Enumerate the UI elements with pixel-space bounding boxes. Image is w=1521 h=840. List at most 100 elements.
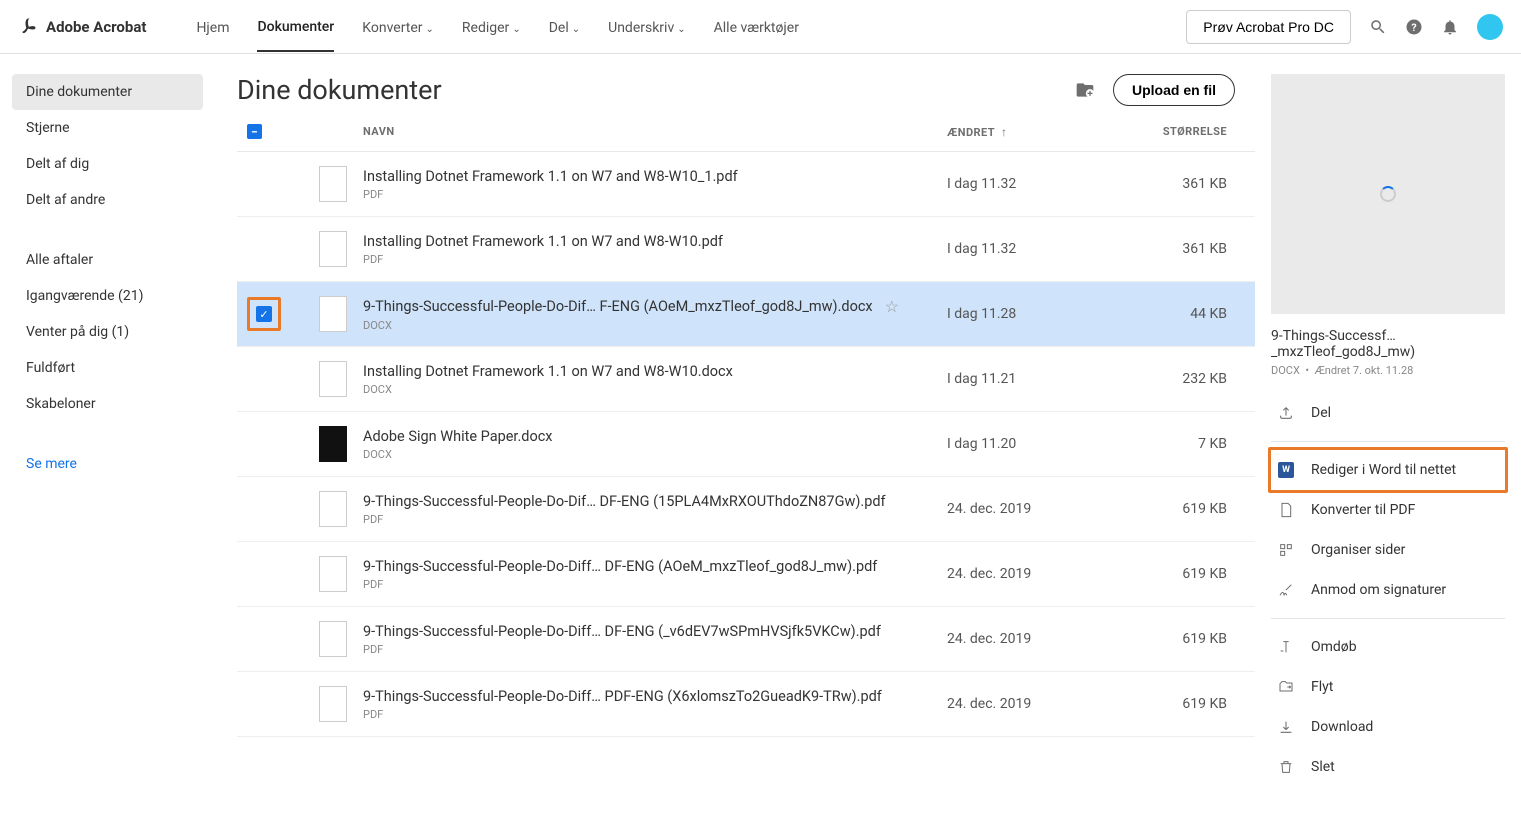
table-row[interactable]: 9-Things-Successful-People-Do-Dif… DF-EN… <box>237 477 1255 542</box>
action-share-label: Del <box>1311 405 1331 421</box>
file-modified: I dag 11.21 <box>947 371 1127 387</box>
row-checkbox-highlight: ✓ <box>247 297 281 331</box>
table-header: − NAVN ÆNDRET↑ STØRRELSE <box>237 124 1255 151</box>
svg-text:?: ? <box>1411 20 1416 33</box>
select-all-checkbox[interactable]: − <box>247 124 262 139</box>
sidebar-item-starred[interactable]: Stjerne <box>12 110 203 146</box>
table-row[interactable]: 9-Things-Successful-People-Do-Diff… PDF-… <box>237 672 1255 737</box>
table-row[interactable]: 9-Things-Successful-People-Do-Diff… DF-E… <box>237 542 1255 607</box>
preview-thumbnail <box>1271 74 1505 314</box>
action-share[interactable]: Del <box>1271 393 1505 433</box>
download-icon <box>1277 718 1295 736</box>
sidebar-item-waiting[interactable]: Venter på dig (1) <box>12 314 203 350</box>
file-thumbnail <box>319 491 347 527</box>
file-name: 9-Things-Successful-People-Do-Dif… F-ENG… <box>363 297 947 316</box>
file-name: 9-Things-Successful-People-Do-Diff… DF-E… <box>363 558 947 575</box>
file-modified: I dag 11.32 <box>947 176 1127 192</box>
sidebar-item-all-agreements[interactable]: Alle aftaler <box>12 242 203 278</box>
table-row[interactable]: Adobe Sign White Paper.docxDOCXI dag 11.… <box>237 412 1255 477</box>
help-icon[interactable]: ? <box>1405 18 1423 36</box>
nav-all-tools[interactable]: Alle værktøjer <box>714 2 799 51</box>
action-delete[interactable]: Slet <box>1271 747 1505 787</box>
action-request-signatures[interactable]: Anmod om signaturer <box>1271 570 1505 610</box>
chevron-down-icon: ⌄ <box>677 24 685 35</box>
nav-edit[interactable]: Rediger⌄ <box>462 2 521 51</box>
file-size: 619 KB <box>1127 566 1227 582</box>
sort-arrow-up-icon: ↑ <box>1001 125 1007 139</box>
action-edit-word[interactable]: W Rediger i Word til nettet <box>1271 450 1505 490</box>
file-modified: 24. dec. 2019 <box>947 696 1127 712</box>
file-type: PDF <box>363 513 947 526</box>
file-size: 361 KB <box>1127 176 1227 192</box>
search-icon[interactable] <box>1369 18 1387 36</box>
acrobat-icon <box>18 17 38 37</box>
file-thumbnail <box>319 231 347 267</box>
new-folder-icon[interactable] <box>1075 80 1095 100</box>
user-avatar[interactable] <box>1477 14 1503 40</box>
page-title: Dine dokumenter <box>237 74 442 106</box>
separator <box>1271 618 1505 619</box>
file-name: Installing Dotnet Framework 1.1 on W7 an… <box>363 168 947 185</box>
nav-sign[interactable]: Underskriv⌄ <box>608 2 686 51</box>
preview-meta: DOCX • Ændret 7. okt. 11.28 <box>1271 364 1505 377</box>
file-modified: 24. dec. 2019 <box>947 631 1127 647</box>
upload-file-button[interactable]: Upload en fil <box>1113 74 1235 106</box>
action-organize-pages[interactable]: Organiser sider <box>1271 530 1505 570</box>
file-thumbnail <box>319 296 347 332</box>
file-thumbnail <box>319 556 347 592</box>
sidebar: Dine dokumenter Stjerne Delt af dig Delt… <box>0 54 215 840</box>
action-delete-label: Slet <box>1311 759 1335 775</box>
file-modified: 24. dec. 2019 <box>947 501 1127 517</box>
topbar: Adobe Acrobat Hjem Dokumenter Konverter⌄… <box>0 0 1521 54</box>
table-row[interactable]: 9-Things-Successful-People-Do-Diff… DF-E… <box>237 607 1255 672</box>
bell-icon[interactable] <box>1441 18 1459 36</box>
file-name: Adobe Sign White Paper.docx <box>363 428 947 445</box>
file-thumbnail <box>319 426 347 462</box>
move-icon <box>1277 678 1295 696</box>
nav-home[interactable]: Hjem <box>196 2 229 51</box>
share-icon <box>1277 404 1295 422</box>
star-icon[interactable]: ☆ <box>885 297 899 316</box>
sidebar-item-shared-by-others[interactable]: Delt af andre <box>12 182 203 218</box>
file-type: DOCX <box>363 319 947 332</box>
sidebar-item-your-documents[interactable]: Dine dokumenter <box>12 74 203 110</box>
column-modified[interactable]: ÆNDRET↑ <box>947 125 1127 139</box>
file-modified: I dag 11.20 <box>947 436 1127 452</box>
table-row[interactable]: Installing Dotnet Framework 1.1 on W7 an… <box>237 347 1255 412</box>
file-type: PDF <box>363 188 947 201</box>
table-row[interactable]: ✓ 9-Things-Successful-People-Do-Dif… F-EN… <box>237 282 1255 347</box>
app-logo[interactable]: Adobe Acrobat <box>18 17 146 37</box>
trash-icon <box>1277 758 1295 776</box>
sidebar-item-in-progress[interactable]: Igangværende (21) <box>12 278 203 314</box>
table-row[interactable]: Installing Dotnet Framework 1.1 on W7 an… <box>237 217 1255 282</box>
row-checkbox[interactable]: ✓ <box>256 306 272 322</box>
sidebar-see-more[interactable]: Se mere <box>12 446 203 482</box>
try-pro-button[interactable]: Prøv Acrobat Pro DC <box>1186 10 1351 44</box>
sidebar-item-templates[interactable]: Skabeloner <box>12 386 203 422</box>
main-content: Dine dokumenter Upload en fil − NAVN ÆND… <box>215 54 1255 840</box>
action-download[interactable]: Download <box>1271 707 1505 747</box>
action-rename-label: Omdøb <box>1311 639 1357 655</box>
nav-documents[interactable]: Dokumenter <box>257 1 334 52</box>
action-rename[interactable]: Omdøb <box>1271 627 1505 667</box>
nav-share[interactable]: Del⌄ <box>549 2 580 51</box>
action-organize-label: Organiser sider <box>1311 542 1405 558</box>
column-name[interactable]: NAVN <box>363 125 947 138</box>
action-move[interactable]: Flyt <box>1271 667 1505 707</box>
pdf-icon <box>1277 501 1295 519</box>
sidebar-item-completed[interactable]: Fuldført <box>12 350 203 386</box>
preview-filename: 9-Things-Successf… _mxzTleof_god8J_mw) <box>1271 328 1505 360</box>
action-request-sig-label: Anmod om signaturer <box>1311 582 1446 598</box>
column-size[interactable]: STØRRELSE <box>1127 125 1227 138</box>
chevron-down-icon: ⌄ <box>512 24 520 35</box>
table-row[interactable]: Installing Dotnet Framework 1.1 on W7 an… <box>237 152 1255 217</box>
file-list[interactable]: Installing Dotnet Framework 1.1 on W7 an… <box>237 151 1255 737</box>
nav-convert[interactable]: Konverter⌄ <box>362 2 434 51</box>
file-type: PDF <box>363 643 947 656</box>
action-edit-word-label: Rediger i Word til nettet <box>1311 462 1456 478</box>
action-convert-pdf[interactable]: Konverter til PDF <box>1271 490 1505 530</box>
file-type: PDF <box>363 253 947 266</box>
action-move-label: Flyt <box>1311 679 1333 695</box>
file-size: 619 KB <box>1127 501 1227 517</box>
sidebar-item-shared-by-you[interactable]: Delt af dig <box>12 146 203 182</box>
